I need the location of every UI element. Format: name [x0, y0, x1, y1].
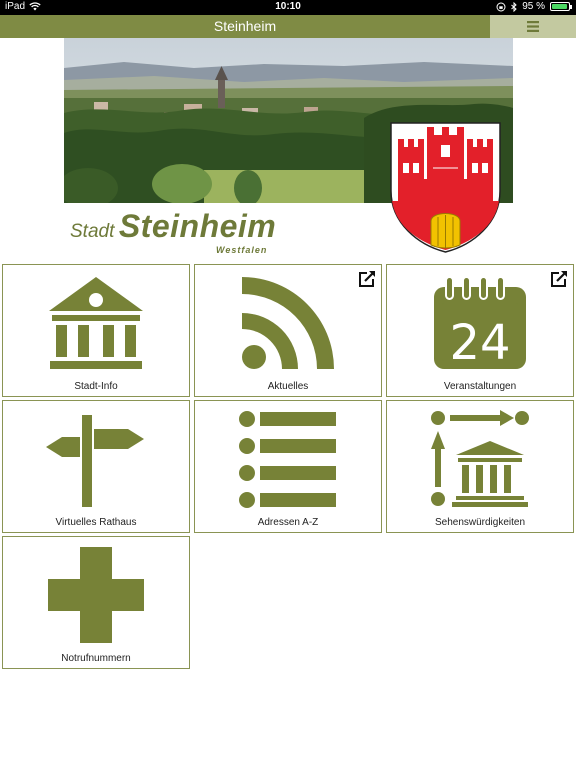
list-icon: [239, 411, 336, 508]
tile-sehenswuerdigkeiten[interactable]: Sehenswürdigkeiten: [386, 400, 574, 533]
bluetooth-icon: [511, 1, 517, 12]
medical-cross-icon: [48, 547, 144, 643]
battery-icon: [550, 2, 572, 11]
tile-notrufnummern[interactable]: Notrufnummern: [2, 536, 190, 669]
city-hall-icon: [49, 277, 143, 369]
tile-label: Veranstaltungen: [443, 381, 517, 392]
coat-of-arms-logo: [390, 122, 501, 253]
calendar-day-number: 24: [449, 315, 510, 371]
brand-name: Steinheim: [118, 208, 277, 244]
page-title: Steinheim: [213, 18, 277, 34]
status-right: 95 %: [496, 1, 572, 12]
city-brand: Stadt Steinheim Westfalen: [70, 208, 277, 255]
tile-stadt-info[interactable]: Stadt-Info: [2, 264, 190, 397]
tile-label: Stadt-Info: [74, 381, 118, 392]
battery-percent: 95 %: [522, 1, 545, 12]
status-bar: iPad 10:10 95 %: [0, 0, 576, 15]
sightseeing-route-icon: [431, 410, 529, 507]
tile-aktuelles[interactable]: Aktuelles: [194, 264, 382, 397]
signpost-icon: [46, 415, 144, 507]
orientation-lock-icon: [496, 2, 506, 11]
brand-region: Westfalen: [216, 245, 268, 255]
tile-label: Aktuelles: [267, 381, 309, 392]
hamburger-menu-icon: [527, 21, 539, 32]
external-link-icon: [359, 270, 376, 287]
tile-label: Adressen A-Z: [257, 517, 319, 528]
tile-label: Virtuelles Rathaus: [55, 517, 137, 528]
tile-adressen-a-z[interactable]: Adressen A-Z: [194, 400, 382, 533]
tile-virtuelles-rathaus[interactable]: Virtuelles Rathaus: [2, 400, 190, 533]
nav-bar: Steinheim: [0, 15, 576, 38]
external-link-icon: [551, 270, 568, 287]
calendar-icon: 24: [434, 276, 526, 371]
status-time: 10:10: [275, 1, 301, 12]
tile-label: Sehenswürdigkeiten: [434, 517, 526, 528]
tile-veranstaltungen[interactable]: 24 Veranstaltungen: [386, 264, 574, 397]
brand-prefix: Stadt: [70, 221, 115, 242]
menu-button[interactable]: [490, 15, 576, 38]
rss-feed-icon: [242, 277, 334, 369]
tile-label: Notrufnummern: [61, 653, 131, 664]
